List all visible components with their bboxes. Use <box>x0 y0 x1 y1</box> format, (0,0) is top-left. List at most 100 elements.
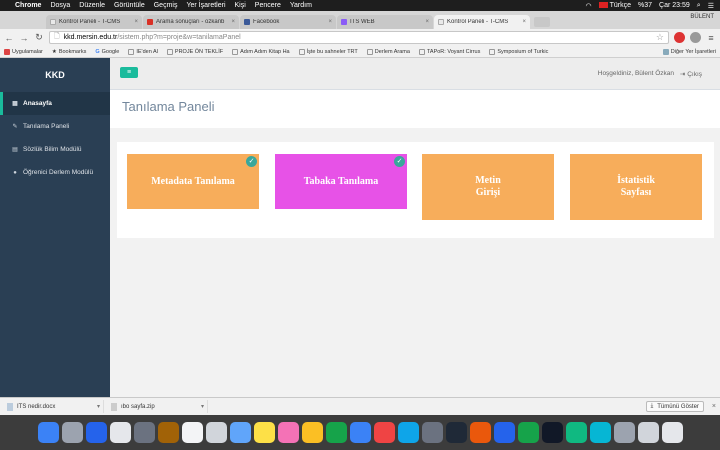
menu-toggle-button[interactable]: ≡ <box>120 67 138 78</box>
tab-close-icon[interactable]: × <box>522 19 526 25</box>
tab-close-icon[interactable]: × <box>231 19 235 25</box>
page-title: Tanılama Paneli <box>122 99 215 114</box>
sidebar-item-label: Anasayfa <box>23 100 52 107</box>
system-preferences-icon[interactable] <box>421 422 443 443</box>
back-arrow-icon[interactable]: ← <box>4 33 14 43</box>
address-bar[interactable]: 🗋 kkd.mersin.edu.tr/sistem.php?m=proje&w… <box>49 31 669 44</box>
show-all-downloads-button[interactable]: ⤓ Tümünü Göster <box>645 401 704 412</box>
menubar-item-help[interactable]: Yardım <box>290 2 312 9</box>
browser-tab-active[interactable]: Kontrol Paneli - T-CMS × <box>434 15 530 29</box>
bookmark-item[interactable]: IE'den Al <box>128 48 158 55</box>
bookmark-item[interactable]: ★ Bookmarks <box>52 49 86 55</box>
spotlight-icon[interactable]: ⌕ <box>697 2 701 10</box>
menubar-item-people[interactable]: Kişi <box>235 2 246 9</box>
card-tabaka-tanilama[interactable]: Tabaka Tanılama ✓ <box>275 154 407 209</box>
terminal-icon[interactable] <box>541 422 563 443</box>
bookmark-item[interactable]: Derlem Arama <box>366 48 410 55</box>
battery-status[interactable]: %37 <box>638 2 652 9</box>
browser-tab[interactable]: Kontrol Paneli - T-CMS × <box>46 15 142 29</box>
download-item[interactable]: ITS nedir.docx ▾ <box>4 400 104 413</box>
keynote-icon[interactable] <box>349 422 371 443</box>
download-item[interactable]: ıbo sayfa.zip ▾ <box>108 400 208 413</box>
clock[interactable]: Çar 23:59 <box>659 2 690 9</box>
menubar-item-view[interactable]: Görüntüle <box>114 2 145 9</box>
logout-link[interactable]: ⇥ Çıkış <box>680 70 702 78</box>
tab-close-icon[interactable]: × <box>134 19 138 25</box>
tab-close-icon[interactable]: × <box>328 19 332 25</box>
itunes-icon[interactable] <box>373 422 395 443</box>
menubar-item-window[interactable]: Pencere <box>255 2 281 9</box>
extension-red-icon[interactable] <box>674 32 685 43</box>
bookmark-item[interactable]: TAPoR: Voyant Cirrus <box>418 48 480 55</box>
word-icon[interactable] <box>493 422 515 443</box>
mac-dock <box>0 415 720 450</box>
bookmark-item[interactable]: Adım Adım Kitap Ha <box>232 48 290 55</box>
trash-icon[interactable] <box>661 422 683 443</box>
notification-center-icon[interactable]: ☰ <box>708 2 714 10</box>
card-metin-girisi[interactable]: Metin Girişi <box>422 154 554 220</box>
browser-tab[interactable]: Facebook × <box>240 15 336 29</box>
chrome-menu-icon[interactable]: ≡ <box>706 33 716 43</box>
sidebar-item-anasayfa[interactable]: ▦ Anasayfa <box>0 92 110 115</box>
bookmark-item[interactable]: G Google <box>95 49 119 55</box>
browser-tab[interactable]: ITS WEB × <box>337 15 433 29</box>
sidebar-item-tanilama-paneli[interactable]: ✎ Tanılama Paneli <box>0 115 110 138</box>
sidebar-brand[interactable]: KKD <box>0 58 110 92</box>
bookmark-other-folder[interactable]: Diğer Yer İşaretleri <box>662 48 716 55</box>
menubar-app-name[interactable]: Chrome <box>15 2 41 9</box>
menubar-item-bookmarks[interactable]: Yer İşaretleri <box>186 2 225 9</box>
preview-icon[interactable] <box>205 422 227 443</box>
new-tab-button[interactable] <box>534 17 550 27</box>
tab-close-icon[interactable]: × <box>425 19 429 25</box>
calendar-icon[interactable] <box>181 422 203 443</box>
app-icon[interactable] <box>445 422 467 443</box>
wifi-icon[interactable]: ◠ <box>586 2 592 10</box>
card-istatistik-sayfasi[interactable]: İstatistik Sayfası <box>570 154 702 220</box>
network-icon[interactable] <box>565 422 587 443</box>
ibooks-icon[interactable] <box>301 422 323 443</box>
chrome-icon[interactable] <box>109 422 131 443</box>
menubar-item-edit[interactable]: Düzenle <box>79 2 105 9</box>
forward-arrow-icon[interactable]: → <box>19 33 29 43</box>
numbers-icon[interactable] <box>325 422 347 443</box>
finder-icon[interactable] <box>37 422 59 443</box>
reload-icon[interactable]: ↻ <box>34 32 44 43</box>
bookmark-star-icon[interactable]: ☆ <box>656 32 664 43</box>
bookmark-item[interactable]: PROJE ÖN TEKLİF <box>166 48 223 55</box>
chevron-down-icon[interactable]: ▾ <box>201 403 204 410</box>
browser-tab[interactable]: Arama sonuçları - ozkanb × <box>143 15 239 29</box>
menubar-item-file[interactable]: Dosya <box>50 2 70 9</box>
card-label: İstatistik Sayfası <box>617 175 655 198</box>
card-metadata-tanilama[interactable]: Metadata Tanılama ✓ <box>127 154 259 209</box>
contacts-icon[interactable] <box>157 422 179 443</box>
safari-icon[interactable] <box>85 422 107 443</box>
excel-icon[interactable] <box>517 422 539 443</box>
bookmark-item[interactable]: İşte bu sahneler TRT <box>298 48 358 55</box>
bookmark-apps[interactable]: Uygulamalar <box>4 48 43 55</box>
google-icon: G <box>95 48 100 55</box>
menubar-item-history[interactable]: Geçmiş <box>154 2 178 9</box>
documents-folder-icon[interactable] <box>637 422 659 443</box>
top-navbar: ≡ Hoşgeldiniz, Bülent Özkan ⇥ Çıkış <box>110 58 720 90</box>
page-info-icon[interactable]: 🗋 <box>54 32 60 43</box>
photos-icon[interactable] <box>277 422 299 443</box>
powerpoint-icon[interactable] <box>469 422 491 443</box>
messages-icon[interactable] <box>229 422 251 443</box>
page-icon <box>366 48 373 55</box>
photo-app-icon[interactable] <box>133 422 155 443</box>
sidebar-item-ogrenici-derlem[interactable]: ● Öğrenici Derlem Modülü <box>0 161 110 184</box>
image-capture-icon[interactable] <box>613 422 635 443</box>
extension-gray-icon[interactable] <box>690 32 701 43</box>
app-store-icon[interactable] <box>397 422 419 443</box>
sidebar-item-sozluk-bilim[interactable]: ▤ Sözlük Bilim Modülü <box>0 138 110 161</box>
notes-icon[interactable] <box>253 422 275 443</box>
close-downloads-icon[interactable]: × <box>712 403 716 410</box>
launchpad-icon[interactable] <box>61 422 83 443</box>
teamviewer-icon[interactable] <box>589 422 611 443</box>
chevron-down-icon[interactable]: ▾ <box>97 403 100 410</box>
profile-button[interactable]: BÜLENT <box>690 14 714 20</box>
language-menu[interactable]: Türkçe <box>598 2 631 9</box>
archive-icon <box>111 402 117 411</box>
bookmark-item[interactable]: Symposium of Turkic <box>489 48 548 55</box>
download-icon: ⤓ <box>650 403 654 409</box>
